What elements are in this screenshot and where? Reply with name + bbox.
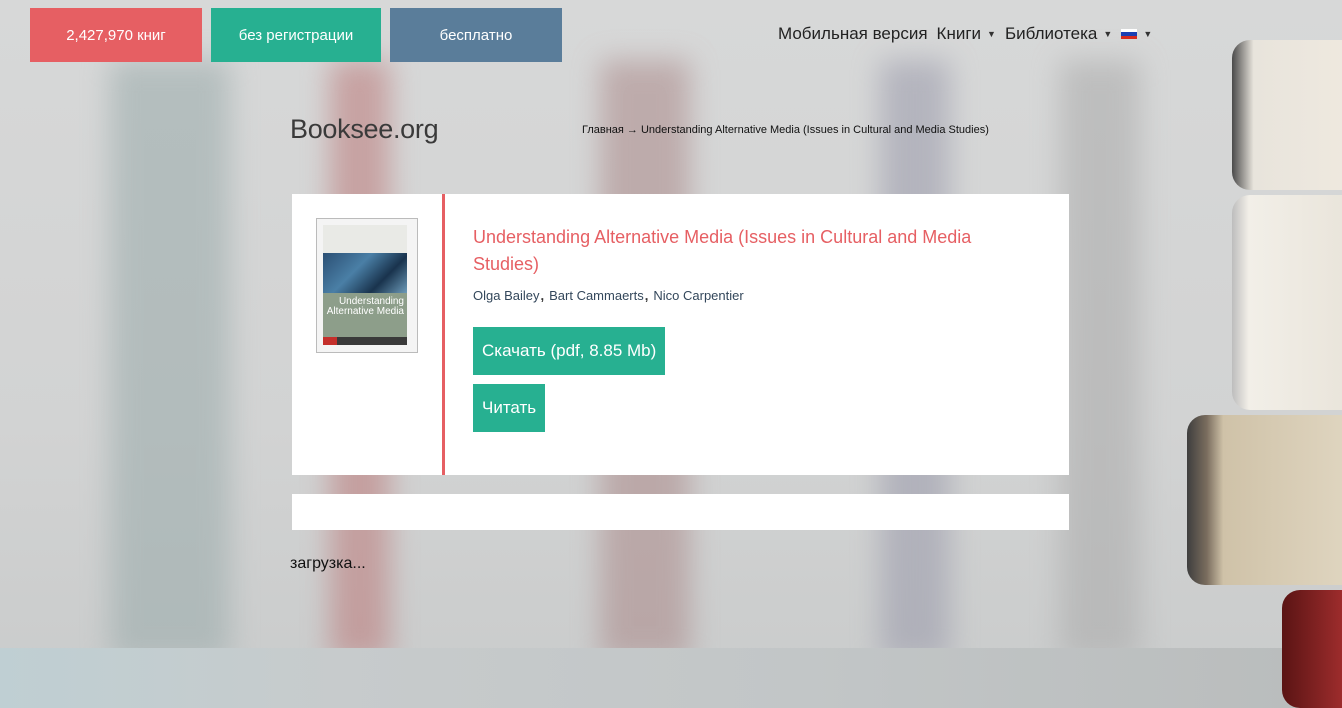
book-cover-image[interactable]: Understanding Alternative Media [316,218,418,353]
author-link[interactable]: Olga Bailey [473,288,539,303]
breadcrumb[interactable]: Главная → Understanding Alternative Medi… [582,124,989,136]
chevron-down-icon: ▼ [987,29,996,39]
nav-books-label: Книги [936,24,982,43]
book-stack-image [1142,0,1342,708]
chevron-down-icon: ▼ [1103,29,1113,39]
no-registration-badge: без регистрации [211,8,381,62]
nav-mobile-label: Мобильная версия [778,24,928,43]
book-title: Understanding Alternative Media (Issues … [473,227,972,274]
content-strip [292,494,1069,530]
book-authors: Olga Bailey, Bart Cammaerts, Nico Carpenti… [473,288,744,303]
chevron-down-icon: ▼ [1143,29,1153,39]
accent-divider [442,194,445,475]
nav-library-dropdown[interactable]: Библиотека ▼ [1005,24,1112,44]
book-info: Understanding Alternative Media (Issues … [473,224,1033,432]
language-dropdown[interactable]: ▼ [1121,29,1152,39]
author-link[interactable]: Bart Cammaerts [549,288,644,303]
stats-bar: 2,427,970 книг без регистрации бесплатно [30,8,562,62]
books-count-badge: 2,427,970 книг [30,8,202,62]
author-link[interactable]: Nico Carpentier [653,288,743,303]
download-button[interactable]: Скачать (pdf, 8.85 Mb) [473,327,666,375]
nav-mobile-version[interactable]: Мобильная версия [778,24,928,44]
cover-column: Understanding Alternative Media [292,194,442,475]
read-button[interactable]: Читать [473,384,546,432]
cover-title-text: Understanding Alternative Media [323,293,407,337]
russian-flag-icon [1121,29,1138,39]
book-card: Understanding Alternative Media Understa… [292,194,1069,475]
top-nav: Мобильная версия Книги ▼ Библиотека ▼ ▼ [778,24,1161,44]
site-logo[interactable]: Booksee.org [290,114,439,145]
loading-text: загрузка... [290,555,366,572]
free-badge: бесплатно [390,8,562,62]
nav-books-dropdown[interactable]: Книги ▼ [937,24,996,44]
nav-library-label: Библиотека [1004,24,1098,43]
